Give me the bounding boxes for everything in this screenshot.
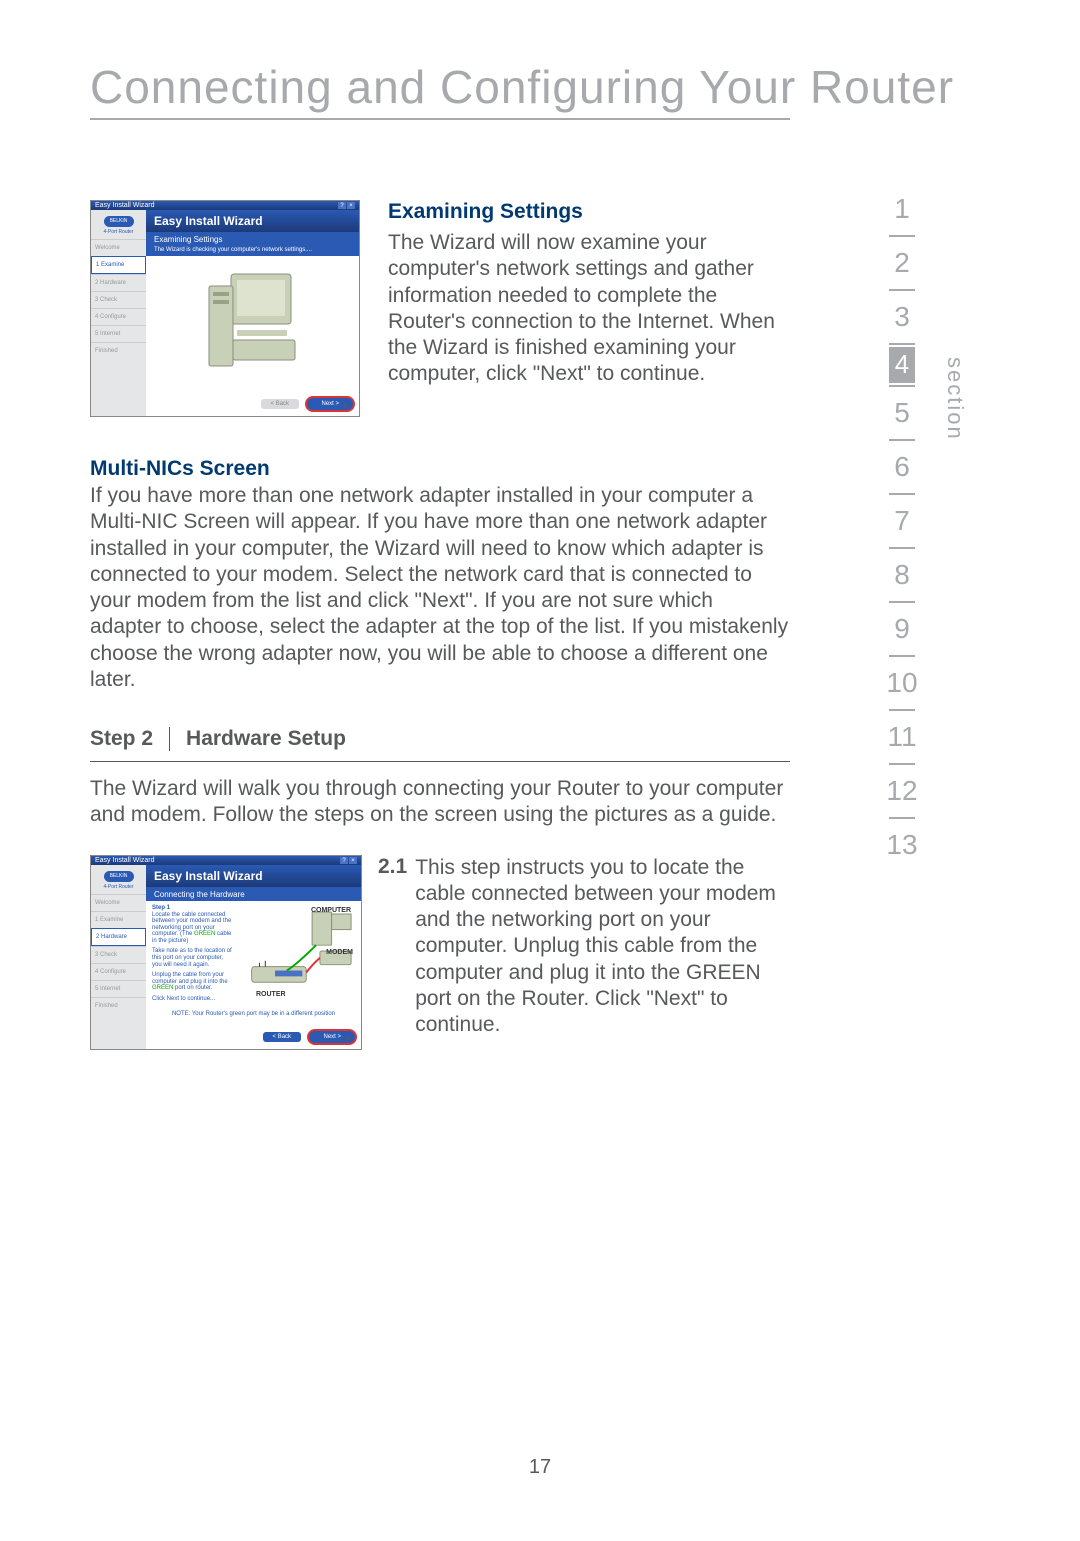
wizard-screenshot-examining: Easy Install Wizard ?× BELKIN 4-Port Rou… — [90, 200, 360, 417]
product-name: 4-Port Router — [91, 229, 146, 235]
wizard-step: 3 Check — [91, 946, 146, 963]
computer-illustration — [203, 266, 303, 376]
nav-item-7[interactable]: 7 — [874, 497, 930, 545]
nav-item-6[interactable]: 6 — [874, 443, 930, 491]
wizard-diagram: COMPUTER MODEM ROUTER — [238, 905, 355, 1000]
nav-item-13[interactable]: 13 — [874, 821, 930, 869]
wizard-step: 1 Examine — [91, 256, 146, 274]
back-button[interactable]: < Back — [261, 399, 300, 409]
step-2-intro: The Wizard will walk you through connect… — [90, 776, 790, 829]
multi-nic-body: If you have more than one network adapte… — [90, 483, 790, 693]
wizard-step: 2 Hardware — [91, 274, 146, 291]
wizard-screenshot-hardware: Easy Install Wizard ?× BELKIN 4-Port Rou… — [90, 855, 362, 1050]
belkin-logo: BELKIN — [104, 871, 134, 882]
window-controls: ?× — [338, 202, 355, 209]
router-label: ROUTER — [256, 991, 286, 998]
wizard-step: 5 Internet — [91, 980, 146, 997]
cursor-icon: ➤ — [342, 401, 349, 410]
examining-body: The Wizard will now examine your compute… — [388, 230, 790, 388]
wizard-subbanner: Examining Settings — [146, 232, 359, 246]
wizard-step: 5 Internet — [91, 325, 146, 342]
nav-item-10[interactable]: 10 — [874, 659, 930, 707]
step-2-header: Step 2 Hardware Setup — [90, 721, 790, 762]
wizard-instructions: Step 1 Locate the cable connected betwee… — [152, 905, 232, 1007]
page-number: 17 — [0, 1456, 1080, 1479]
cursor-icon: ➤ — [344, 1034, 351, 1043]
wizard-step: 3 Check — [91, 291, 146, 308]
title-rule — [90, 118, 790, 120]
wizard-subbanner: Connecting the Hardware — [146, 887, 361, 901]
section-nav: section 1 2 3 4 5 6 7 8 9 10 11 12 13 — [874, 185, 930, 869]
examining-block: Easy Install Wizard ?× BELKIN 4-Port Rou… — [90, 200, 790, 417]
wizard-step: Welcome — [91, 239, 146, 256]
hardware-block: Easy Install Wizard ?× BELKIN 4-Port Rou… — [90, 855, 790, 1050]
wizard-step: 4 Configure — [91, 308, 146, 325]
modem-label: MODEM — [326, 949, 353, 956]
examining-text: Examining Settings The Wizard will now e… — [388, 200, 790, 417]
main-content: Easy Install Wizard ?× BELKIN 4-Port Rou… — [90, 200, 790, 1050]
wizard-step: Finished — [91, 342, 146, 359]
wizard-step: Finished — [91, 997, 146, 1014]
nav-item-1[interactable]: 1 — [874, 185, 930, 233]
step-number: Step 2 — [90, 727, 170, 751]
substep-number: 2.1 — [378, 855, 407, 1050]
wizard-step: 1 Examine — [91, 911, 146, 928]
belkin-logo: BELKIN — [104, 216, 134, 227]
wizard-step: 4 Configure — [91, 963, 146, 980]
nav-item-5[interactable]: 5 — [874, 389, 930, 437]
wizard-step: 2 Hardware — [91, 928, 146, 946]
window-title: Easy Install Wizard — [95, 857, 155, 864]
wiz-step-label: Step 1 — [152, 905, 232, 911]
nav-item-11[interactable]: 11 — [874, 713, 930, 761]
wizard-sidebar: BELKIN 4-Port Router Welcome 1 Examine 2… — [91, 210, 146, 416]
wizard-step: Welcome — [91, 894, 146, 911]
multi-nic-heading: Multi-NICs Screen — [90, 457, 790, 481]
section-label: section — [942, 357, 968, 441]
wizard-message: The Wizard is checking your computer's n… — [146, 246, 359, 256]
window-controls: ?× — [340, 857, 357, 864]
wizard-banner: Easy Install Wizard — [146, 865, 361, 887]
substep-body: This step instructs you to locate the ca… — [415, 855, 790, 1050]
computer-label: COMPUTER — [311, 907, 351, 914]
wizard-sidebar: BELKIN 4-Port Router Welcome 1 Examine 2… — [91, 865, 146, 1049]
wizard-banner: Easy Install Wizard — [146, 210, 359, 232]
nav-item-3[interactable]: 3 — [874, 293, 930, 341]
nav-item-8[interactable]: 8 — [874, 551, 930, 599]
step-title: Hardware Setup — [186, 727, 346, 751]
product-name: 4-Port Router — [91, 884, 146, 890]
nav-item-9[interactable]: 9 — [874, 605, 930, 653]
page-title: Connecting and Configuring Your Router — [90, 60, 954, 114]
wizard-note: NOTE: Your Router's green port may be in… — [146, 1011, 361, 1019]
examining-heading: Examining Settings — [388, 200, 790, 224]
nav-item-2[interactable]: 2 — [874, 239, 930, 287]
back-button[interactable]: < Back — [263, 1032, 302, 1042]
nav-item-4[interactable]: 4 — [889, 347, 915, 383]
window-title: Easy Install Wizard — [95, 202, 155, 209]
nav-item-12[interactable]: 12 — [874, 767, 930, 815]
